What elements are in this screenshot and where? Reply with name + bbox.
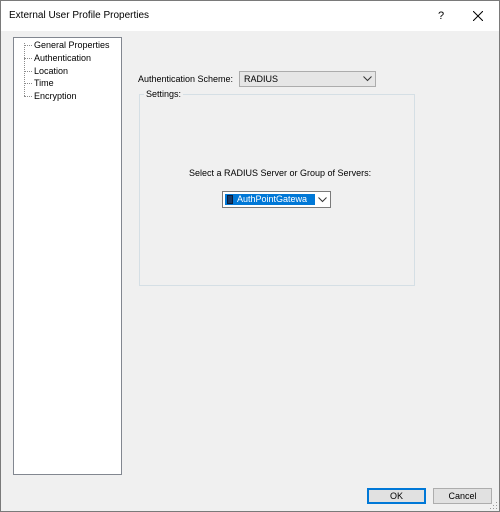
cancel-button[interactable]: Cancel [433, 488, 492, 504]
tree-item-label: Authentication [34, 53, 92, 63]
title-bar: External User Profile Properties ? [1, 1, 499, 31]
help-button[interactable]: ? [426, 3, 456, 29]
settings-legend: Settings: [144, 89, 184, 99]
tree-item-authentication[interactable]: Authentication [23, 52, 91, 65]
tree-item-time[interactable]: Time [23, 77, 54, 90]
tree-item-label: Time [34, 78, 54, 88]
window-title: External User Profile Properties [9, 10, 150, 21]
tree-item-encryption[interactable]: Encryption [23, 90, 77, 103]
close-button[interactable] [461, 3, 495, 29]
tree-item-label: General Properties [34, 40, 110, 50]
radius-server-dropdown[interactable]: AuthPointGatewa [222, 191, 331, 208]
dialog-window: External User Profile Properties ? Gener… [0, 0, 500, 512]
radius-server-label: Select a RADIUS Server or Group of Serve… [189, 168, 372, 178]
tree-item-label: Encryption [34, 91, 77, 101]
radius-server-selection: AuthPointGatewa [225, 194, 315, 205]
radius-server-value: AuthPointGatewa [237, 194, 308, 204]
authentication-scheme-value: RADIUS [244, 74, 279, 84]
tree-item-general-properties[interactable]: General Properties [23, 39, 110, 52]
authentication-scheme-dropdown[interactable]: RADIUS [239, 71, 376, 87]
chevron-down-icon [363, 76, 372, 82]
properties-tree: General Properties Authentication Locati… [13, 37, 122, 475]
chevron-down-icon [318, 197, 327, 203]
close-icon [473, 11, 483, 21]
ok-button[interactable]: OK [367, 488, 426, 504]
authentication-scheme-label: Authentication Scheme: [138, 74, 234, 84]
tree-item-label: Location [34, 66, 69, 76]
server-icon [227, 195, 233, 204]
resize-grip-icon[interactable] [488, 500, 498, 510]
settings-groupbox [139, 94, 415, 286]
